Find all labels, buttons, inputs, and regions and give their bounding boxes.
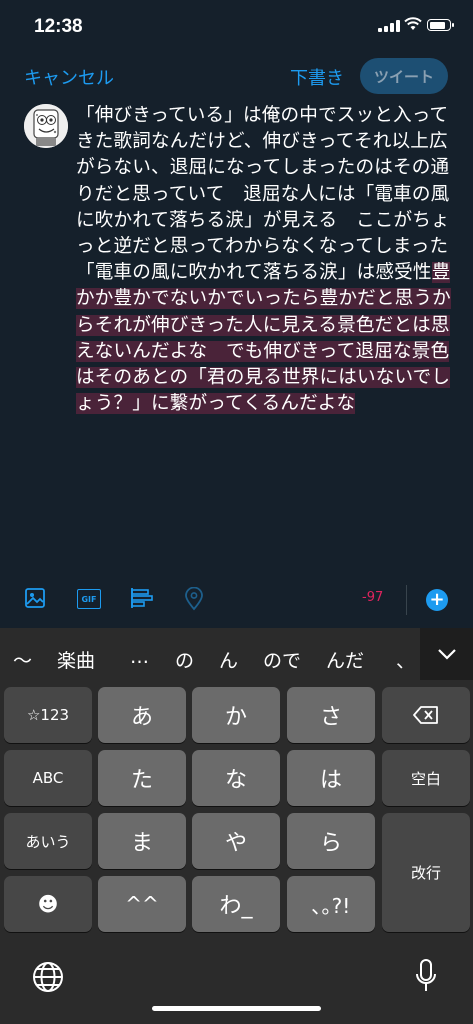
wifi-icon [404, 16, 422, 35]
key-ta[interactable]: た [98, 750, 186, 806]
chevron-down-icon [437, 649, 456, 660]
key-ka[interactable]: か [192, 687, 280, 743]
home-indicator [152, 1006, 321, 1011]
toolbar-divider [406, 585, 407, 615]
candidate-item[interactable]: ん [219, 646, 238, 673]
kaomoji-key[interactable]: ^^ [98, 876, 186, 932]
key-ma[interactable]: ま [98, 813, 186, 869]
tweet-compose-field[interactable]: 「伸びきっている」は俺の中でスッと入ってきた歌詞なんだけど、伸びきってそれ以上広… [76, 103, 467, 417]
cellular-signal-icon [378, 20, 400, 32]
key-wa[interactable]: わ_ [192, 876, 280, 932]
candidate-item[interactable]: … [130, 646, 149, 668]
candidate-item[interactable]: んだ [326, 646, 364, 673]
candidate-item[interactable]: の [175, 646, 194, 673]
key-ha[interactable]: は [287, 750, 375, 806]
character-counter: -97 [362, 590, 384, 605]
candidate-item[interactable]: ので [263, 646, 301, 673]
collapse-candidates-button[interactable] [420, 628, 473, 680]
tweet-text: 「伸びきっている」は俺の中でスッと入ってきた歌詞なんだけど、伸びきってそれ以上広… [76, 105, 468, 284]
add-thread-button[interactable]: + [426, 589, 448, 611]
key-sa[interactable]: さ [287, 687, 375, 743]
tweet-button[interactable]: ツイート [360, 58, 448, 94]
space-key[interactable]: 空白 [382, 750, 470, 806]
image-icon[interactable] [24, 587, 46, 613]
cancel-button[interactable]: キャンセル [24, 64, 114, 90]
candidate-item[interactable]: 、 [396, 646, 415, 673]
key-ra[interactable]: ら [287, 813, 375, 869]
globe-icon[interactable] [31, 960, 65, 998]
candidate-item[interactable]: 〜 [13, 646, 32, 673]
punctuation-key[interactable]: ､｡?! [287, 876, 375, 932]
location-icon[interactable] [184, 586, 204, 615]
key-a[interactable]: あ [98, 687, 186, 743]
gif-icon[interactable]: GIF [77, 587, 101, 609]
tweet-text-over-limit: 豊かか豊かでないかでいったら豊かだと思うからそれが伸びきった人に見える景色だとは… [76, 262, 451, 415]
key-ya[interactable]: や [192, 813, 280, 869]
backspace-icon [413, 706, 438, 724]
kana-key[interactable]: あいう [4, 813, 92, 869]
key-na[interactable]: な [192, 750, 280, 806]
status-time: 12:38 [34, 16, 83, 37]
battery-icon [427, 19, 454, 31]
drafts-button[interactable]: 下書き [290, 64, 344, 90]
candidate-item[interactable]: 楽曲 [57, 646, 95, 673]
poll-icon[interactable] [130, 587, 154, 613]
emoji-key[interactable]: ☻ [4, 876, 92, 932]
delete-key[interactable] [382, 687, 470, 743]
microphone-icon[interactable] [414, 958, 438, 998]
avatar [24, 104, 68, 148]
return-key[interactable]: 改行 [382, 813, 470, 932]
numbers-key[interactable]: ☆123 [4, 687, 92, 743]
alphabet-key[interactable]: ABC [4, 750, 92, 806]
